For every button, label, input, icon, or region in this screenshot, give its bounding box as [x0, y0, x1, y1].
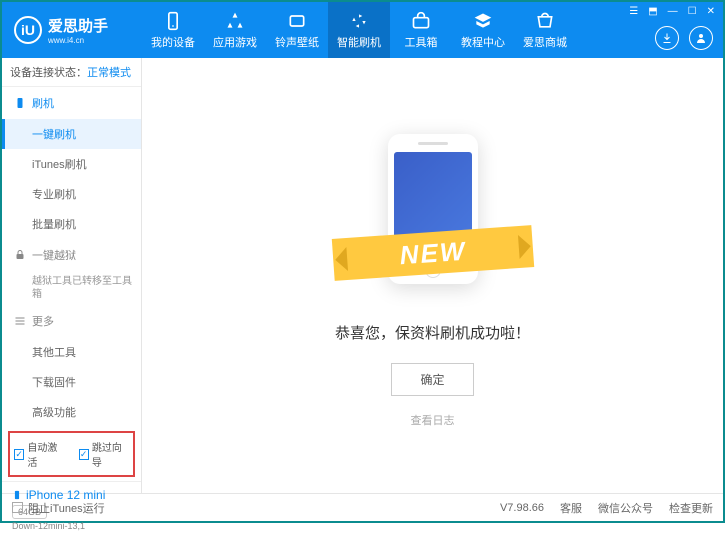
nav-store[interactable]: 爱思商城: [514, 2, 576, 58]
maximize-icon[interactable]: ☐: [686, 6, 699, 17]
checkbox-block-itunes[interactable]: [12, 502, 23, 513]
sidebar-item-other[interactable]: 其他工具: [2, 337, 141, 367]
app-url: www.i4.cn: [48, 36, 108, 45]
nav-toolbox[interactable]: 工具箱: [390, 2, 452, 58]
options-box: ✓自动激活 ✓跳过向导: [8, 431, 135, 477]
sidebar-item-batch[interactable]: 批量刷机: [2, 209, 141, 239]
menu-icon[interactable]: ☰: [627, 6, 640, 17]
check-update-link[interactable]: 检查更新: [669, 500, 713, 516]
sidebar-item-download[interactable]: 下载固件: [2, 367, 141, 397]
version-label: V7.98.66: [500, 502, 544, 514]
app-title: 爱思助手: [48, 15, 108, 36]
check-icon: ✓: [14, 449, 24, 460]
sidebar: 设备连接状态：正常模式 刷机 一键刷机 iTunes刷机 专业刷机 批量刷机 一…: [2, 58, 142, 493]
jailbreak-note: 越狱工具已转移至工具箱: [2, 271, 141, 305]
download-icon[interactable]: [655, 26, 679, 50]
window-controls: ☰ ⬒ — ☐ ✕: [627, 6, 717, 17]
sidebar-item-advanced[interactable]: 高级功能: [2, 397, 141, 427]
sidebar-item-pro[interactable]: 专业刷机: [2, 179, 141, 209]
success-message: 恭喜您，保资料刷机成功啦！: [335, 322, 530, 343]
checkbox-auto-activate[interactable]: ✓自动激活: [14, 439, 65, 469]
customer-service-link[interactable]: 客服: [560, 500, 582, 516]
sidebar-item-oneclick[interactable]: 一键刷机: [2, 119, 141, 149]
close-icon[interactable]: ✕: [705, 6, 717, 17]
connection-status: 设备连接状态：正常模式: [2, 58, 141, 87]
nav-ringtones[interactable]: 铃声壁纸: [266, 2, 328, 58]
pin-icon[interactable]: ⬒: [646, 6, 659, 17]
sidebar-section-more[interactable]: 更多: [2, 305, 141, 337]
user-icon[interactable]: [689, 26, 713, 50]
nav-my-device[interactable]: 我的设备: [142, 2, 204, 58]
check-icon: ✓: [79, 449, 89, 460]
main-content: NEW 恭喜您，保资料刷机成功啦！ 确定 查看日志: [142, 58, 723, 493]
logo-icon: iU: [14, 16, 42, 44]
app-header: iU 爱思助手 www.i4.cn 我的设备 应用游戏 铃声壁纸 智能刷机 工具…: [2, 2, 723, 58]
sidebar-section-jailbreak[interactable]: 一键越狱: [2, 239, 141, 271]
nav-tutorials[interactable]: 教程中心: [452, 2, 514, 58]
nav-flash[interactable]: 智能刷机: [328, 2, 390, 58]
minimize-icon[interactable]: —: [666, 6, 680, 17]
view-log-link[interactable]: 查看日志: [411, 412, 455, 428]
ok-button[interactable]: 确定: [391, 363, 473, 396]
nav-apps[interactable]: 应用游戏: [204, 2, 266, 58]
phone-illustration: NEW: [353, 124, 513, 304]
sidebar-section-flash[interactable]: 刷机: [2, 87, 141, 119]
new-banner: NEW: [331, 225, 533, 281]
checkbox-skip-guide[interactable]: ✓跳过向导: [79, 439, 130, 469]
sidebar-item-itunes[interactable]: iTunes刷机: [2, 149, 141, 179]
logo: iU 爱思助手 www.i4.cn: [2, 15, 142, 45]
wechat-link[interactable]: 微信公众号: [598, 500, 653, 516]
block-itunes-label: 阻止iTunes运行: [28, 500, 105, 516]
